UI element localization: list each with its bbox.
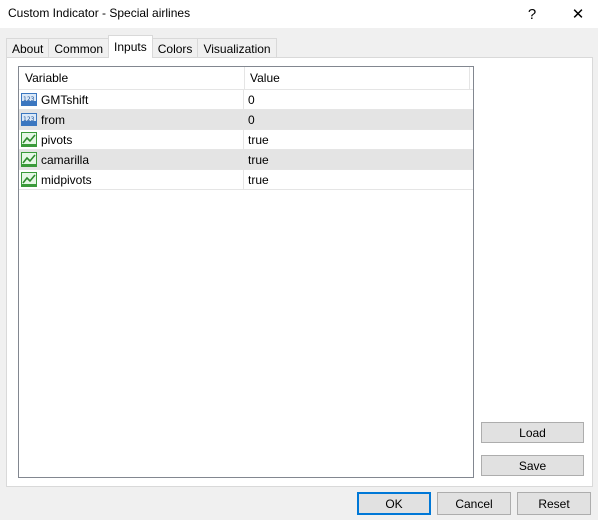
custom-indicator-dialog: Custom Indicator - Special airlines ? ✕ … [0, 0, 598, 520]
ok-button[interactable]: OK [357, 492, 431, 515]
value-cell[interactable]: 0 [248, 90, 468, 109]
save-button[interactable]: Save [481, 455, 584, 476]
value-cell[interactable]: true [248, 170, 468, 189]
variable-name: camarilla [41, 152, 90, 167]
boolean-icon [21, 132, 37, 147]
table-row[interactable]: midpivots true [19, 170, 473, 190]
list-header: Variable Value [19, 67, 473, 90]
value-cell[interactable]: true [248, 150, 468, 169]
tab-visualization[interactable]: Visualization [197, 38, 277, 58]
tab-common[interactable]: Common [48, 38, 110, 58]
variable-name: pivots [41, 132, 73, 147]
inputs-list[interactable]: Variable Value 123 GMTshift 0 123 from 0… [18, 66, 474, 478]
inputs-panel: Variable Value 123 GMTshift 0 123 from 0… [6, 57, 593, 487]
tab-inputs[interactable]: Inputs [108, 35, 153, 58]
variable-name: midpivots [41, 172, 92, 187]
boolean-icon [21, 172, 37, 187]
variable-cell: 123 GMTshift [19, 90, 244, 109]
variable-name: GMTshift [41, 92, 89, 107]
variable-cell: camarilla [19, 150, 244, 169]
value-cell[interactable]: true [248, 130, 468, 149]
tab-bar: About Common Inputs Colors Visualization [6, 35, 277, 58]
help-button[interactable]: ? [510, 0, 554, 28]
variable-name: from [41, 112, 65, 127]
title-bar: Custom Indicator - Special airlines ? ✕ [0, 0, 598, 28]
table-row[interactable]: 123 from 0 [19, 110, 473, 130]
help-icon: ? [527, 5, 537, 23]
close-button[interactable]: ✕ [556, 0, 598, 28]
window-title: Custom Indicator - Special airlines [8, 6, 191, 20]
table-row[interactable]: camarilla true [19, 150, 473, 170]
close-icon: ✕ [571, 6, 585, 23]
column-divider[interactable] [244, 67, 245, 89]
column-divider [469, 67, 470, 89]
column-header-value[interactable]: Value [250, 67, 466, 89]
svg-text:123: 123 [23, 116, 35, 123]
numeric-icon: 123 [21, 92, 37, 107]
reset-button[interactable]: Reset [517, 492, 591, 515]
variable-cell: 123 from [19, 110, 244, 129]
value-cell[interactable]: 0 [248, 110, 468, 129]
tab-about[interactable]: About [6, 38, 50, 58]
column-header-variable[interactable]: Variable [25, 67, 243, 89]
boolean-icon [21, 152, 37, 167]
variable-cell: pivots [19, 130, 244, 149]
load-button[interactable]: Load [481, 422, 584, 443]
svg-text:123: 123 [23, 96, 35, 103]
cancel-button[interactable]: Cancel [437, 492, 511, 515]
variable-cell: midpivots [19, 170, 244, 189]
table-row[interactable]: pivots true [19, 130, 473, 150]
tab-colors[interactable]: Colors [151, 38, 199, 58]
numeric-icon: 123 [21, 112, 37, 127]
table-row[interactable]: 123 GMTshift 0 [19, 90, 473, 110]
